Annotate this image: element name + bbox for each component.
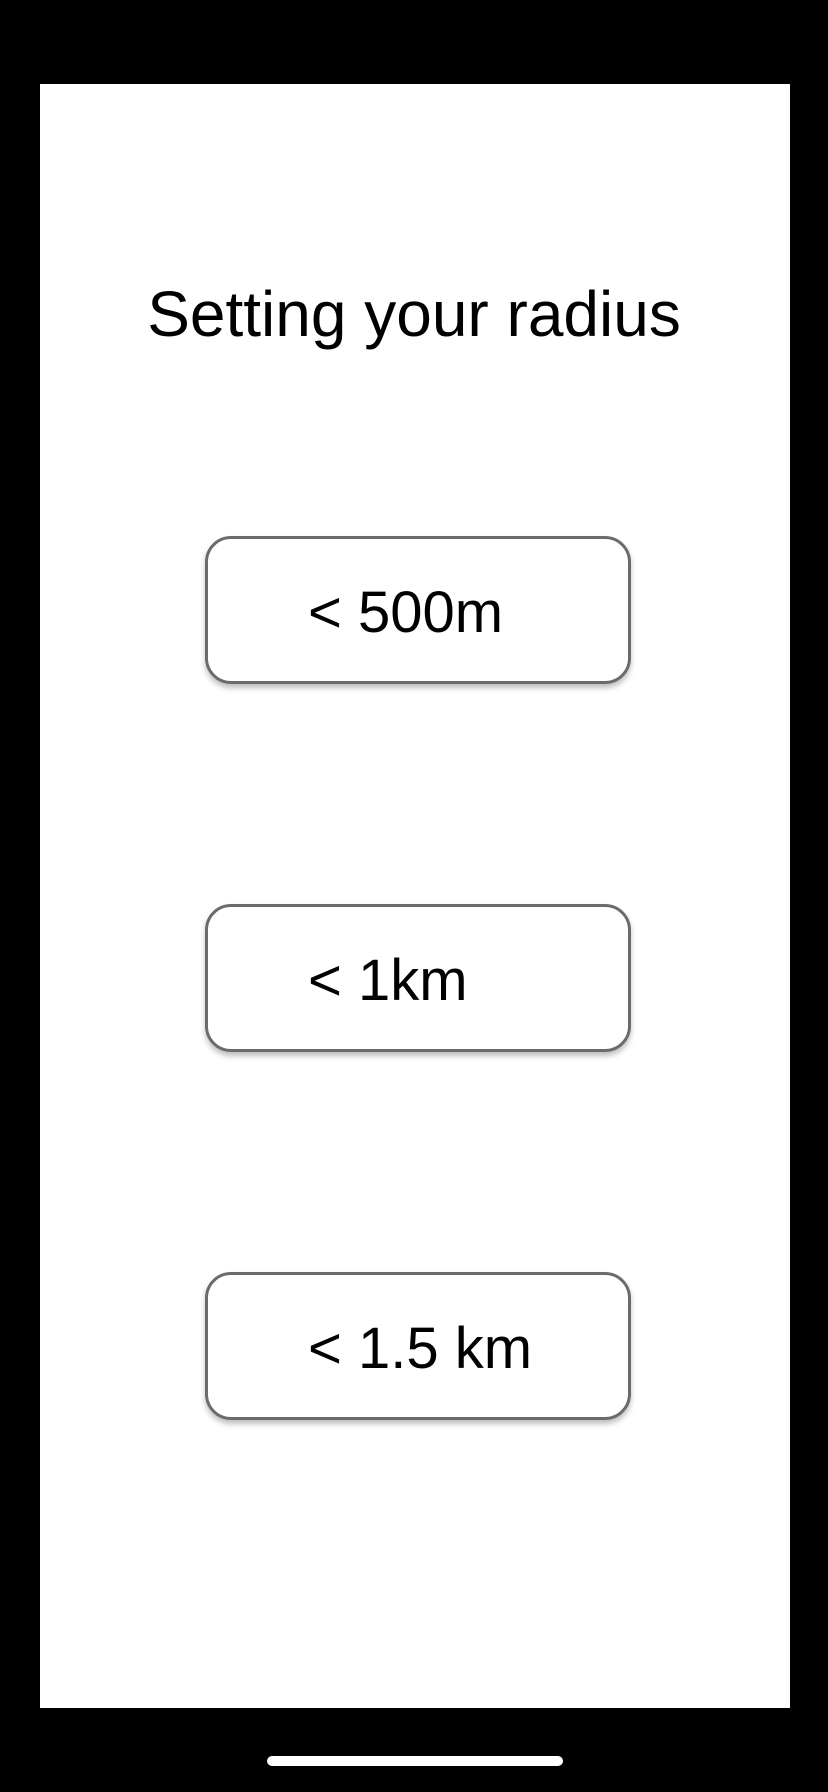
radius-option-1km-button[interactable]: < 1km <box>205 904 631 1052</box>
page-title: Setting your radius <box>147 278 681 350</box>
radius-option-1-5km-button[interactable]: < 1.5 km <box>205 1272 631 1420</box>
radius-option-label: < 500m <box>308 580 504 645</box>
radius-option-label: < 1.5 km <box>308 1316 533 1381</box>
home-indicator[interactable] <box>267 1756 563 1766</box>
radius-option-label: < 1km <box>308 948 468 1013</box>
radius-option-500m-button[interactable]: < 500m <box>205 536 631 684</box>
